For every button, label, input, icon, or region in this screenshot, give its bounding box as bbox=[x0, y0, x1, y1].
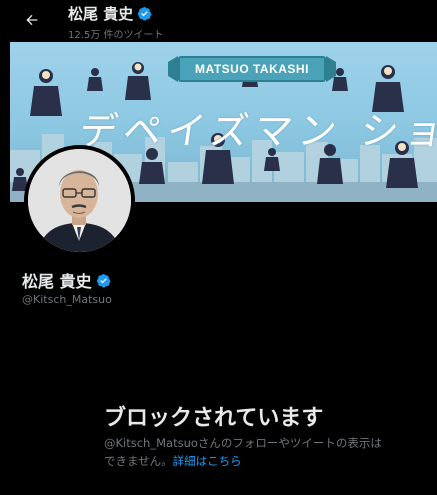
blocked-message-line1: @Kitsch_Matsuoさんのフォローやツイートの表示は bbox=[104, 436, 382, 450]
blocked-title: ブロックされています bbox=[104, 406, 324, 431]
avatar-photo bbox=[28, 149, 131, 252]
learn-more-link[interactable]: 詳細はこちら bbox=[173, 454, 242, 468]
profile-page: 松尾 貴史 12.5万 件のツイート MATSUO TAKASHI デペイズマン… bbox=[0, 0, 437, 495]
avatar[interactable] bbox=[24, 145, 135, 256]
verified-badge-icon bbox=[138, 6, 152, 21]
profile-display-name: 松尾 貴史 bbox=[22, 268, 111, 292]
arrow-left-icon bbox=[26, 14, 38, 26]
header-display-name: 松尾 貴史 bbox=[68, 3, 152, 24]
blocked-message-line2: できません。 bbox=[104, 454, 173, 468]
banner-catchphrase: デペイズマン ショウ bbox=[76, 109, 437, 153]
header-name-text: 松尾 貴史 bbox=[68, 5, 134, 23]
profile-handle: @Kitsch_Matsuo bbox=[22, 293, 112, 306]
back-button[interactable] bbox=[22, 10, 42, 30]
profile-header-bar: 松尾 貴史 12.5万 件のツイート bbox=[10, 0, 437, 42]
banner-title: MATSUO TAKASHI bbox=[178, 56, 326, 82]
verified-badge-icon bbox=[96, 273, 111, 287]
tweet-count: 12.5万 件のツイート bbox=[68, 30, 164, 41]
blocked-message: @Kitsch_Matsuoさんのフォローやツイートの表示は できません。詳細は… bbox=[104, 434, 404, 470]
profile-name-text: 松尾 貴史 bbox=[22, 272, 92, 291]
